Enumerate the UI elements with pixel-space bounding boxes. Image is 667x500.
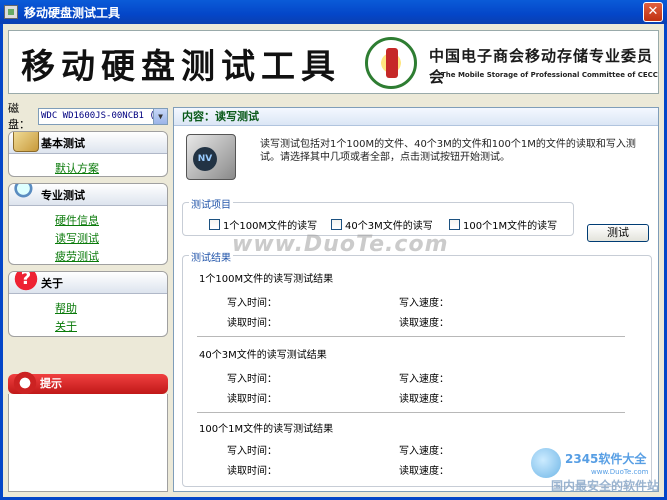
alert-icon bbox=[12, 370, 38, 396]
committee-logo-icon bbox=[365, 37, 417, 89]
sidebar-item-about[interactable]: 关于 bbox=[55, 318, 167, 336]
result-100m-title: 1个100M文件的读写测试结果 bbox=[199, 274, 334, 285]
content-panel: 内容：读写测试 读写测试包括对1个100M的文件、40个3M的文件和100个1M… bbox=[173, 107, 659, 492]
notebook-icon bbox=[13, 132, 39, 152]
option-100m-label: 1个100M文件的读写 bbox=[223, 221, 318, 232]
about-header: ? 关于 bbox=[9, 272, 167, 294]
magnifier-icon bbox=[13, 184, 39, 204]
write-time-label: 写入时间： bbox=[227, 298, 277, 309]
org-name-cn: 中国电子商会移动存储专业委员会 bbox=[429, 47, 654, 86]
pro-test-panel: 专业测试 硬件信息 读写测试 疲劳测试 bbox=[8, 183, 168, 265]
disk-select-value: WDC WD1600JS-00NCB1 (1C bbox=[41, 110, 166, 121]
write-speed-label: 写入速度： bbox=[399, 374, 449, 385]
window-title: 移动硬盘测试工具 bbox=[24, 5, 121, 20]
about-panel: ? 关于 帮助 关于 bbox=[8, 271, 168, 337]
pro-test-title: 专业测试 bbox=[41, 188, 85, 202]
test-description: 读写测试包括对1个100M的文件、40个3M的文件和100个1M的文件的读取和写… bbox=[260, 139, 636, 163]
tips-body bbox=[8, 394, 168, 492]
result-3m-title: 40个3M文件的读写测试结果 bbox=[199, 350, 327, 361]
write-speed-label: 写入速度： bbox=[399, 446, 449, 457]
sidebar-item-default-plan[interactable]: 默认方案 bbox=[55, 160, 167, 176]
option-100m-checkbox[interactable]: 1个100M文件的读写 bbox=[209, 217, 317, 232]
sidebar-item-hardware-info[interactable]: 硬件信息 bbox=[55, 212, 167, 230]
brand-name: 2345软件大全 bbox=[565, 452, 647, 466]
org-name-en: The Mobile Storage of Professional Commi… bbox=[441, 71, 658, 79]
write-time-label: 写入时间： bbox=[227, 446, 277, 457]
sidebar-item-rw-test[interactable]: 读写测试 bbox=[55, 230, 167, 248]
tips-title: 提示 bbox=[40, 377, 62, 390]
divider bbox=[197, 412, 625, 413]
read-time-label: 读取时间： bbox=[227, 318, 277, 329]
read-speed-label: 读取速度： bbox=[399, 318, 449, 329]
checkbox-icon[interactable] bbox=[449, 219, 460, 230]
app-icon bbox=[4, 5, 18, 19]
hard-drive-icon bbox=[186, 134, 236, 180]
read-time-label: 读取时间： bbox=[227, 394, 277, 405]
mascot-icon bbox=[531, 448, 561, 478]
content-title: 内容：读写测试 bbox=[174, 108, 658, 126]
brand-url: www.DuoTe.com bbox=[591, 468, 649, 476]
disk-selector-row: 磁盘： WDC WD1600JS-00NCB1 (1C ▼ bbox=[8, 102, 170, 131]
checkbox-icon[interactable] bbox=[209, 219, 220, 230]
option-1m-checkbox[interactable]: 100个1M文件的读写 bbox=[449, 217, 557, 232]
divider bbox=[197, 336, 625, 337]
app-name: 移动硬盘测试工具 bbox=[21, 47, 341, 87]
brand-slogan: 国内最安全的软件站 bbox=[550, 479, 659, 493]
test-items-legend: 测试项目 bbox=[189, 196, 233, 211]
read-speed-label: 读取速度： bbox=[399, 394, 449, 405]
test-button[interactable]: 测试 bbox=[587, 224, 649, 242]
disk-select[interactable]: WDC WD1600JS-00NCB1 (1C ▼ bbox=[38, 107, 168, 125]
basic-test-panel: 基本测试 默认方案 bbox=[8, 131, 168, 177]
test-results-legend: 测试结果 bbox=[189, 249, 233, 264]
option-3m-label: 40个3M文件的读写 bbox=[345, 221, 433, 232]
about-title: 关于 bbox=[41, 276, 63, 290]
option-1m-label: 100个1M文件的读写 bbox=[463, 221, 558, 232]
sidebar-item-help[interactable]: 帮助 bbox=[55, 300, 167, 318]
test-items-group: 测试项目 1个100M文件的读写 40个3M文件的读写 100个1M文件的读写 bbox=[182, 196, 574, 236]
tips-header: 提示 bbox=[8, 370, 168, 396]
option-3m-checkbox[interactable]: 40个3M文件的读写 bbox=[331, 217, 433, 232]
sidebar-item-fatigue-test[interactable]: 疲劳测试 bbox=[55, 248, 167, 264]
header-banner: 移动硬盘测试工具 中国电子商会移动存储专业委员会 The Mobile Stor… bbox=[8, 30, 659, 94]
read-time-label: 读取时间： bbox=[227, 466, 277, 477]
checkbox-icon[interactable] bbox=[331, 219, 342, 230]
title-bar: 移动硬盘测试工具 ✕ bbox=[0, 0, 667, 24]
disk-label: 磁盘： bbox=[8, 102, 30, 131]
read-speed-label: 读取速度： bbox=[399, 466, 449, 477]
write-time-label: 写入时间： bbox=[227, 374, 277, 385]
basic-test-header: 基本测试 bbox=[9, 132, 167, 154]
chevron-down-icon[interactable]: ▼ bbox=[153, 108, 167, 124]
write-speed-label: 写入速度： bbox=[399, 298, 449, 309]
result-1m-title: 100个1M文件的读写测试结果 bbox=[199, 424, 334, 435]
pro-test-header: 专业测试 bbox=[9, 184, 167, 206]
close-button[interactable]: ✕ bbox=[643, 2, 663, 22]
help-icon: ? bbox=[13, 272, 39, 292]
watermark: www.DuoTe.com bbox=[232, 232, 449, 257]
basic-test-title: 基本测试 bbox=[41, 136, 85, 150]
